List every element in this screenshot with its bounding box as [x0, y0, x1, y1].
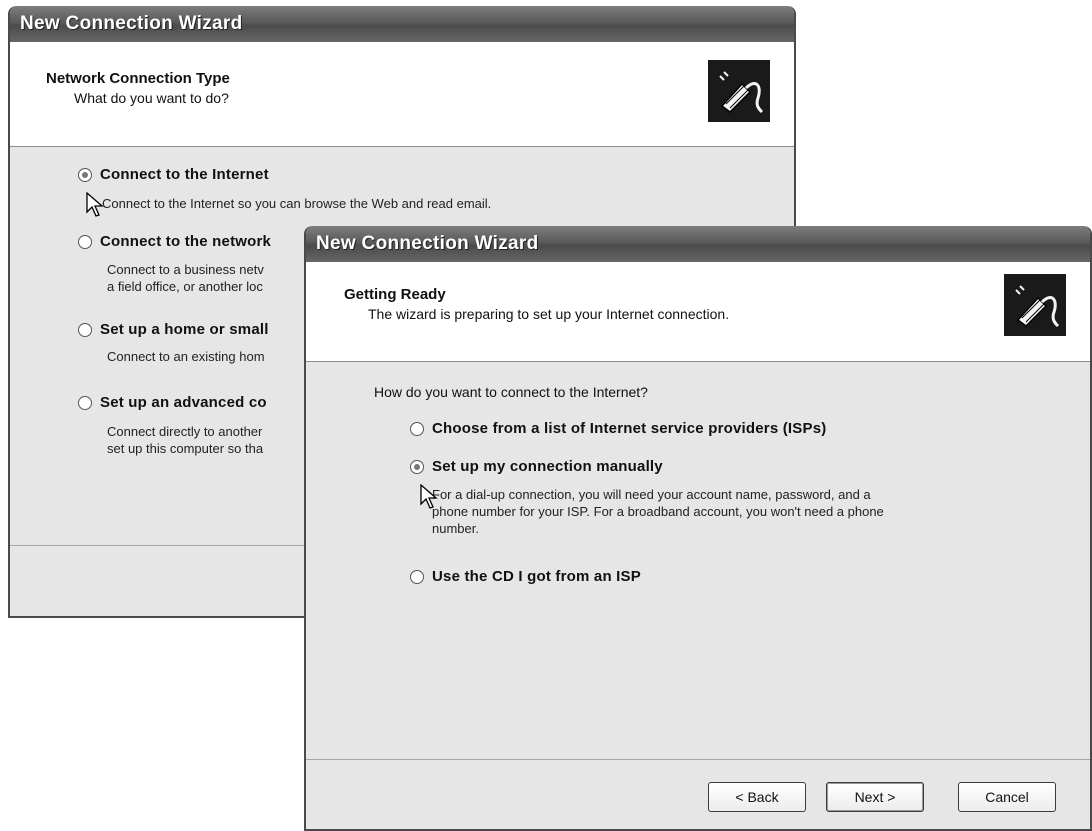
- back-option-network[interactable]: Connect to the network: [78, 233, 271, 250]
- back-window-title: New Connection Wizard: [20, 13, 243, 34]
- front-window-titlebar[interactable]: New Connection Wizard: [306, 226, 1090, 262]
- cancel-button[interactable]: Cancel: [958, 782, 1056, 812]
- option-isp-list[interactable]: Choose from a list of Internet service p…: [410, 420, 826, 437]
- mouse-pointer-icon: [86, 192, 104, 217]
- back-option-internet-desc: Connect to the Internet so you can brows…: [102, 196, 492, 211]
- option-cd[interactable]: Use the CD I got from an ISP: [410, 568, 641, 585]
- back-window-header: Network Connection Type What do you want…: [10, 42, 794, 147]
- radio-button[interactable]: [410, 421, 424, 436]
- front-header-title: Getting Ready: [344, 286, 446, 303]
- connection-question: How do you want to connect to the Intern…: [374, 384, 648, 400]
- next-button[interactable]: Next >: [826, 782, 924, 812]
- radio-button[interactable]: [78, 395, 92, 410]
- mouse-pointer-icon: [420, 484, 438, 509]
- front-window-body: How do you want to connect to the Intern…: [306, 362, 1090, 759]
- back-header-title: Network Connection Type: [46, 70, 230, 87]
- back-option-internet[interactable]: Connect to the Internet: [78, 166, 269, 183]
- back-window-titlebar[interactable]: New Connection Wizard: [10, 6, 794, 42]
- back-option-advanced-desc: Connect directly to another set up this …: [107, 424, 264, 456]
- front-footer-separator: [306, 759, 1090, 760]
- back-header-subtitle: What do you want to do?: [74, 90, 229, 106]
- network-cable-icon: [708, 60, 770, 122]
- front-header-subtitle: The wizard is preparing to set up your I…: [368, 306, 730, 322]
- back-button[interactable]: < Back: [708, 782, 806, 812]
- radio-button[interactable]: [78, 322, 92, 337]
- front-window-title: New Connection Wizard: [316, 233, 539, 254]
- network-cable-icon: [1004, 274, 1066, 336]
- back-option-home-desc: Connect to an existing hom: [107, 349, 265, 364]
- back-option-home[interactable]: Set up a home or small: [78, 321, 269, 338]
- front-wizard-window: New Connection Wizard Getting Ready The …: [304, 226, 1092, 831]
- option-manual-desc: For a dial-up connection, you will need …: [432, 487, 884, 536]
- option-manual[interactable]: Set up my connection manually: [410, 458, 663, 475]
- radio-button[interactable]: [78, 167, 92, 182]
- radio-button[interactable]: [410, 459, 424, 474]
- back-option-advanced[interactable]: Set up an advanced co: [78, 394, 267, 411]
- radio-button[interactable]: [410, 569, 424, 584]
- radio-button[interactable]: [78, 234, 92, 249]
- front-window-header: Getting Ready The wizard is preparing to…: [306, 262, 1090, 362]
- back-option-network-desc: Connect to a business netv a field offic…: [107, 262, 264, 294]
